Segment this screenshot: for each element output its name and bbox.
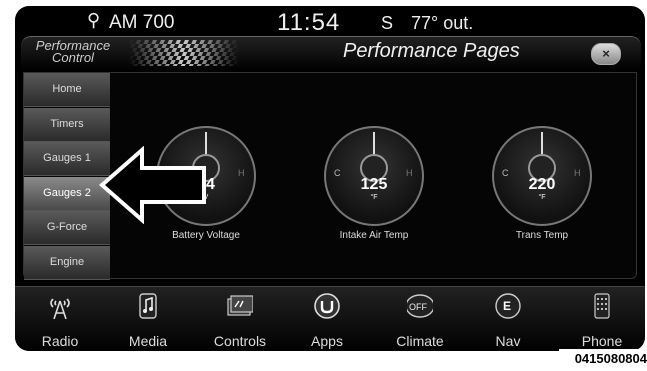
sidebar-item-home[interactable]: Home: [24, 73, 110, 107]
outside-temperature: 77° out.: [411, 13, 474, 33]
dock-label: Nav: [495, 333, 521, 349]
dock-climate[interactable]: OFF Climate: [383, 289, 457, 351]
sidebar-item-timers[interactable]: Timers: [24, 107, 110, 142]
gauge-value: 125: [360, 176, 388, 193]
header: Performance Control Performance Pages ×: [21, 36, 641, 72]
gauge-intake-air-temp: C H 125 °F Intake Air Temp: [324, 126, 424, 241]
dock-label: Climate: [396, 333, 444, 349]
dock-controls[interactable]: Controls: [203, 289, 277, 351]
status-bar: ⚲ AM 700 11:54 S 77° out.: [15, 6, 645, 40]
gauge-label: Intake Air Temp: [339, 230, 409, 241]
figure-code: 0415080804: [559, 349, 647, 369]
usb-icon: ⚲: [87, 10, 101, 30]
nav-badge: E: [503, 299, 512, 313]
screen: ⚲ AM 700 11:54 S 77° out. Performance Co…: [0, 0, 647, 371]
dock-label: Media: [128, 333, 168, 349]
dock-label: Apps: [311, 333, 343, 349]
music-note-icon: [139, 293, 157, 319]
checkered-flag-icon: [129, 40, 239, 66]
dock-apps[interactable]: Apps: [290, 289, 364, 351]
gauge-label: Trans Temp: [515, 230, 569, 241]
radio-tower-icon: [50, 298, 70, 319]
gauge-trans-temp: C H 220 °F Trans Temp: [492, 126, 592, 241]
page-title: Performance Pages: [343, 40, 520, 62]
gauge-unit: °F: [538, 194, 546, 201]
dock-radio[interactable]: Radio: [23, 289, 97, 351]
callout-arrow-icon: [98, 146, 206, 224]
dock-media[interactable]: Media: [111, 289, 185, 351]
radio-station[interactable]: AM 700: [109, 12, 174, 34]
dock-label: Radio: [41, 333, 79, 349]
dock-label: Phone: [581, 333, 623, 349]
phone-keypad-icon: [594, 293, 610, 319]
dock-nav[interactable]: E Nav: [471, 289, 545, 351]
dock-label: Controls: [213, 333, 267, 349]
compass-heading: S: [381, 13, 394, 33]
controls-icon: [227, 295, 253, 316]
gauge-label: Battery Voltage: [172, 230, 240, 241]
apps-icon: [314, 293, 340, 319]
dock-phone[interactable]: Phone: [565, 289, 639, 351]
clock: 11:54: [277, 9, 341, 36]
gauge-value: 220: [528, 176, 556, 193]
close-button[interactable]: ×: [591, 43, 621, 65]
sidebar-item-engine[interactable]: Engine: [24, 245, 110, 280]
bottom-dock: Radio Media Controls Apps OFF Climate E …: [15, 286, 645, 351]
close-icon: ×: [602, 46, 610, 61]
app-name-line2: Control: [52, 50, 94, 65]
app-name: Performance Control: [27, 39, 119, 65]
gauge-unit: °F: [370, 194, 378, 201]
climate-badge: OFF: [409, 302, 427, 312]
